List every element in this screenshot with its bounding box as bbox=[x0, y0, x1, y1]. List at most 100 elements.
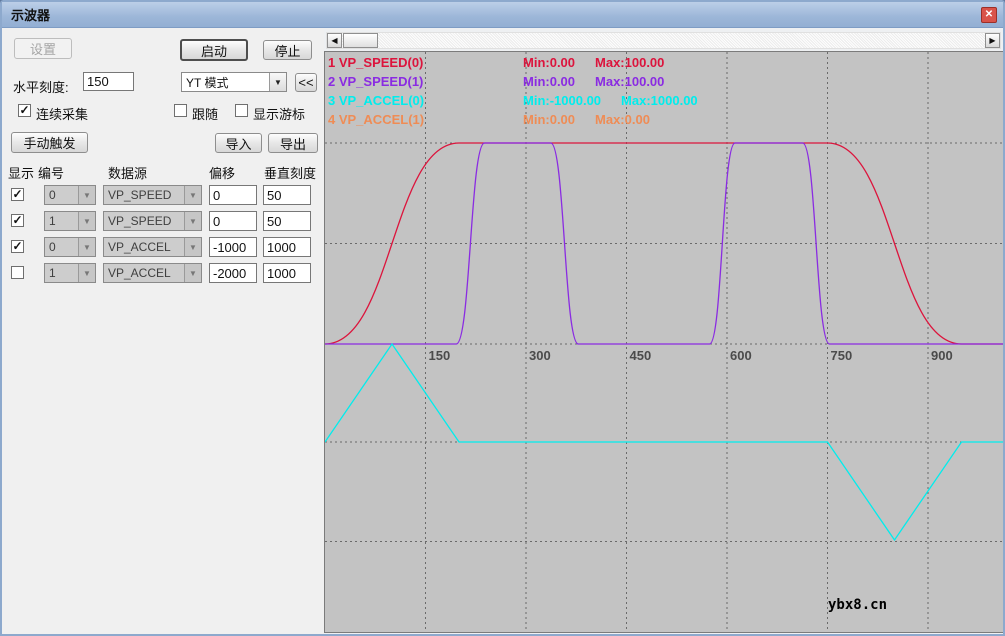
legend-item: 2 VP_SPEED(1) Min:0.00 Max:100.00 bbox=[328, 72, 664, 91]
import-button[interactable]: 导入 bbox=[215, 133, 262, 153]
channel-source-value: VP_SPEED bbox=[108, 214, 172, 228]
channel-index-select[interactable]: 0 ▼ bbox=[44, 237, 96, 257]
chevron-down-icon[interactable]: ▼ bbox=[78, 186, 95, 204]
col-header-offset: 偏移 bbox=[209, 166, 236, 181]
check-icon: ✓ bbox=[19, 103, 30, 117]
channel-source-value: VP_ACCEL bbox=[108, 240, 171, 254]
channel-offset-input[interactable] bbox=[209, 211, 257, 231]
legend-min: Min:0.00 bbox=[523, 55, 576, 70]
hscale-input[interactable] bbox=[83, 72, 134, 91]
legend-label: 1 VP_SPEED(0) bbox=[328, 55, 424, 70]
channel-show-checkbox[interactable]: ✓ bbox=[11, 214, 24, 227]
waveform-chart bbox=[325, 52, 1003, 632]
legend-max: Max:100.00 bbox=[595, 74, 665, 89]
x-axis-tick: 300 bbox=[529, 348, 551, 363]
settings-button[interactable]: 设置 bbox=[14, 38, 72, 59]
chevron-down-icon[interactable]: ▼ bbox=[184, 212, 201, 230]
legend-max: Max:0.00 bbox=[595, 112, 650, 127]
legend-label: 4 VP_ACCEL(1) bbox=[328, 112, 425, 127]
legend-min: Min:0.00 bbox=[523, 74, 576, 89]
window-title: 示波器 bbox=[11, 8, 51, 23]
legend-item: 3 VP_ACCEL(0) Min:-1000.00 Max:1000.00 bbox=[328, 91, 698, 110]
plot-area[interactable]: 1 VP_SPEED(0) Min:0.00 Max:100.00 2 VP_S… bbox=[324, 51, 1003, 633]
cursor-label: 显示游标 bbox=[253, 107, 306, 122]
follow-checkbox[interactable]: ✓ bbox=[174, 104, 187, 117]
start-button[interactable]: 启动 bbox=[180, 39, 248, 61]
hscale-label: 水平刻度: bbox=[13, 80, 69, 95]
chart-panel: ◀ ▶ 1 VP_SPEED(0) Min:0.00 Max:100.00 2 … bbox=[324, 28, 1003, 634]
legend-min: Min:0.00 bbox=[523, 112, 576, 127]
legend-item: 4 VP_ACCEL(1) Min:0.00 Max:0.00 bbox=[328, 110, 650, 129]
x-axis-tick: 900 bbox=[931, 348, 953, 363]
channel-index-select[interactable]: 0 ▼ bbox=[44, 185, 96, 205]
scrollbar-thumb[interactable] bbox=[343, 33, 378, 48]
channel-offset-input[interactable] bbox=[209, 237, 257, 257]
cursor-checkbox[interactable]: ✓ bbox=[235, 104, 248, 117]
col-header-show: 显示 bbox=[8, 166, 35, 181]
x-axis-tick: 150 bbox=[428, 348, 451, 363]
check-icon: ✓ bbox=[12, 239, 23, 253]
x-axis-tick: 600 bbox=[730, 348, 752, 363]
channel-source-select[interactable]: VP_ACCEL ▼ bbox=[103, 263, 202, 283]
chevron-down-icon[interactable]: ▼ bbox=[184, 186, 201, 204]
channel-index-select[interactable]: 1 ▼ bbox=[44, 263, 96, 283]
channel-source-select[interactable]: VP_SPEED ▼ bbox=[103, 211, 202, 231]
legend-max: Max:100.00 bbox=[595, 55, 665, 70]
channel-offset-input[interactable] bbox=[209, 263, 257, 283]
x-axis-tick: 450 bbox=[629, 348, 652, 363]
col-header-scale: 垂直刻度 bbox=[264, 166, 317, 181]
channel-index-value: 1 bbox=[49, 266, 56, 280]
title-bar: 示波器 ✕ bbox=[2, 2, 1003, 28]
chevron-down-icon[interactable]: ▼ bbox=[78, 212, 95, 230]
chevron-down-icon[interactable]: ▼ bbox=[184, 238, 201, 256]
collapse-button[interactable]: << bbox=[295, 73, 317, 92]
scroll-left-icon: ◀ bbox=[331, 36, 338, 45]
channel-index-value: 1 bbox=[49, 214, 56, 228]
export-button[interactable]: 导出 bbox=[268, 133, 318, 153]
channel-index-select[interactable]: 1 ▼ bbox=[44, 211, 96, 231]
close-icon: ✕ bbox=[984, 9, 994, 20]
close-button[interactable]: ✕ bbox=[981, 7, 997, 23]
channel-show-checkbox[interactable]: ✓ bbox=[11, 266, 24, 279]
scroll-right-icon: ▶ bbox=[989, 36, 996, 45]
scroll-left-button[interactable]: ◀ bbox=[327, 33, 342, 48]
manual-trigger-button[interactable]: 手动触发 bbox=[11, 132, 88, 153]
x-axis-tick: 750 bbox=[830, 348, 853, 363]
watermark: ybx8.cn bbox=[828, 597, 888, 613]
channel-show-checkbox[interactable]: ✓ bbox=[11, 188, 24, 201]
check-icon: ✓ bbox=[12, 213, 23, 227]
legend-label: 2 VP_SPEED(1) bbox=[328, 74, 424, 89]
legend-item: 1 VP_SPEED(0) Min:0.00 Max:100.00 bbox=[328, 53, 664, 72]
channel-index-value: 0 bbox=[49, 240, 56, 254]
channel-offset-input[interactable] bbox=[209, 185, 257, 205]
stop-button[interactable]: 停止 bbox=[263, 40, 312, 60]
legend-label: 3 VP_ACCEL(0) bbox=[328, 93, 425, 108]
channel-source-select[interactable]: VP_ACCEL ▼ bbox=[103, 237, 202, 257]
chevron-down-icon[interactable]: ▼ bbox=[184, 264, 201, 282]
col-header-index: 编号 bbox=[38, 166, 65, 181]
chevron-down-icon[interactable]: ▼ bbox=[78, 264, 95, 282]
mode-select-value: YT 模式 bbox=[186, 75, 229, 90]
continuous-label: 连续采集 bbox=[36, 107, 89, 122]
channel-scale-input[interactable] bbox=[263, 237, 311, 257]
check-icon: ✓ bbox=[12, 187, 23, 201]
channel-scale-input[interactable] bbox=[263, 211, 311, 231]
channel-scale-input[interactable] bbox=[263, 263, 311, 283]
continuous-checkbox[interactable]: ✓ bbox=[18, 104, 31, 117]
horizontal-scrollbar[interactable]: ◀ ▶ bbox=[326, 32, 1001, 49]
chevron-down-icon[interactable]: ▼ bbox=[78, 238, 95, 256]
oscilloscope-window: 示波器 ✕ 设置 启动 停止 水平刻度: YT 模式 ▼ << ✓ 连续采集 ✓… bbox=[0, 0, 1005, 636]
channel-source-value: VP_SPEED bbox=[108, 188, 172, 202]
channel-scale-input[interactable] bbox=[263, 185, 311, 205]
scroll-right-button[interactable]: ▶ bbox=[985, 33, 1000, 48]
legend-min: Min:-1000.00 bbox=[523, 93, 602, 108]
chevron-down-icon[interactable]: ▼ bbox=[269, 73, 286, 91]
channel-index-value: 0 bbox=[49, 188, 56, 202]
col-header-source: 数据源 bbox=[108, 166, 148, 181]
channel-source-select[interactable]: VP_SPEED ▼ bbox=[103, 185, 202, 205]
control-panel: 设置 启动 停止 水平刻度: YT 模式 ▼ << ✓ 连续采集 ✓ 跟随 ✓ … bbox=[2, 28, 324, 634]
channel-show-checkbox[interactable]: ✓ bbox=[11, 240, 24, 253]
legend-max: Max:1000.00 bbox=[621, 93, 698, 108]
follow-label: 跟随 bbox=[192, 107, 219, 122]
mode-select[interactable]: YT 模式 ▼ bbox=[181, 72, 287, 92]
